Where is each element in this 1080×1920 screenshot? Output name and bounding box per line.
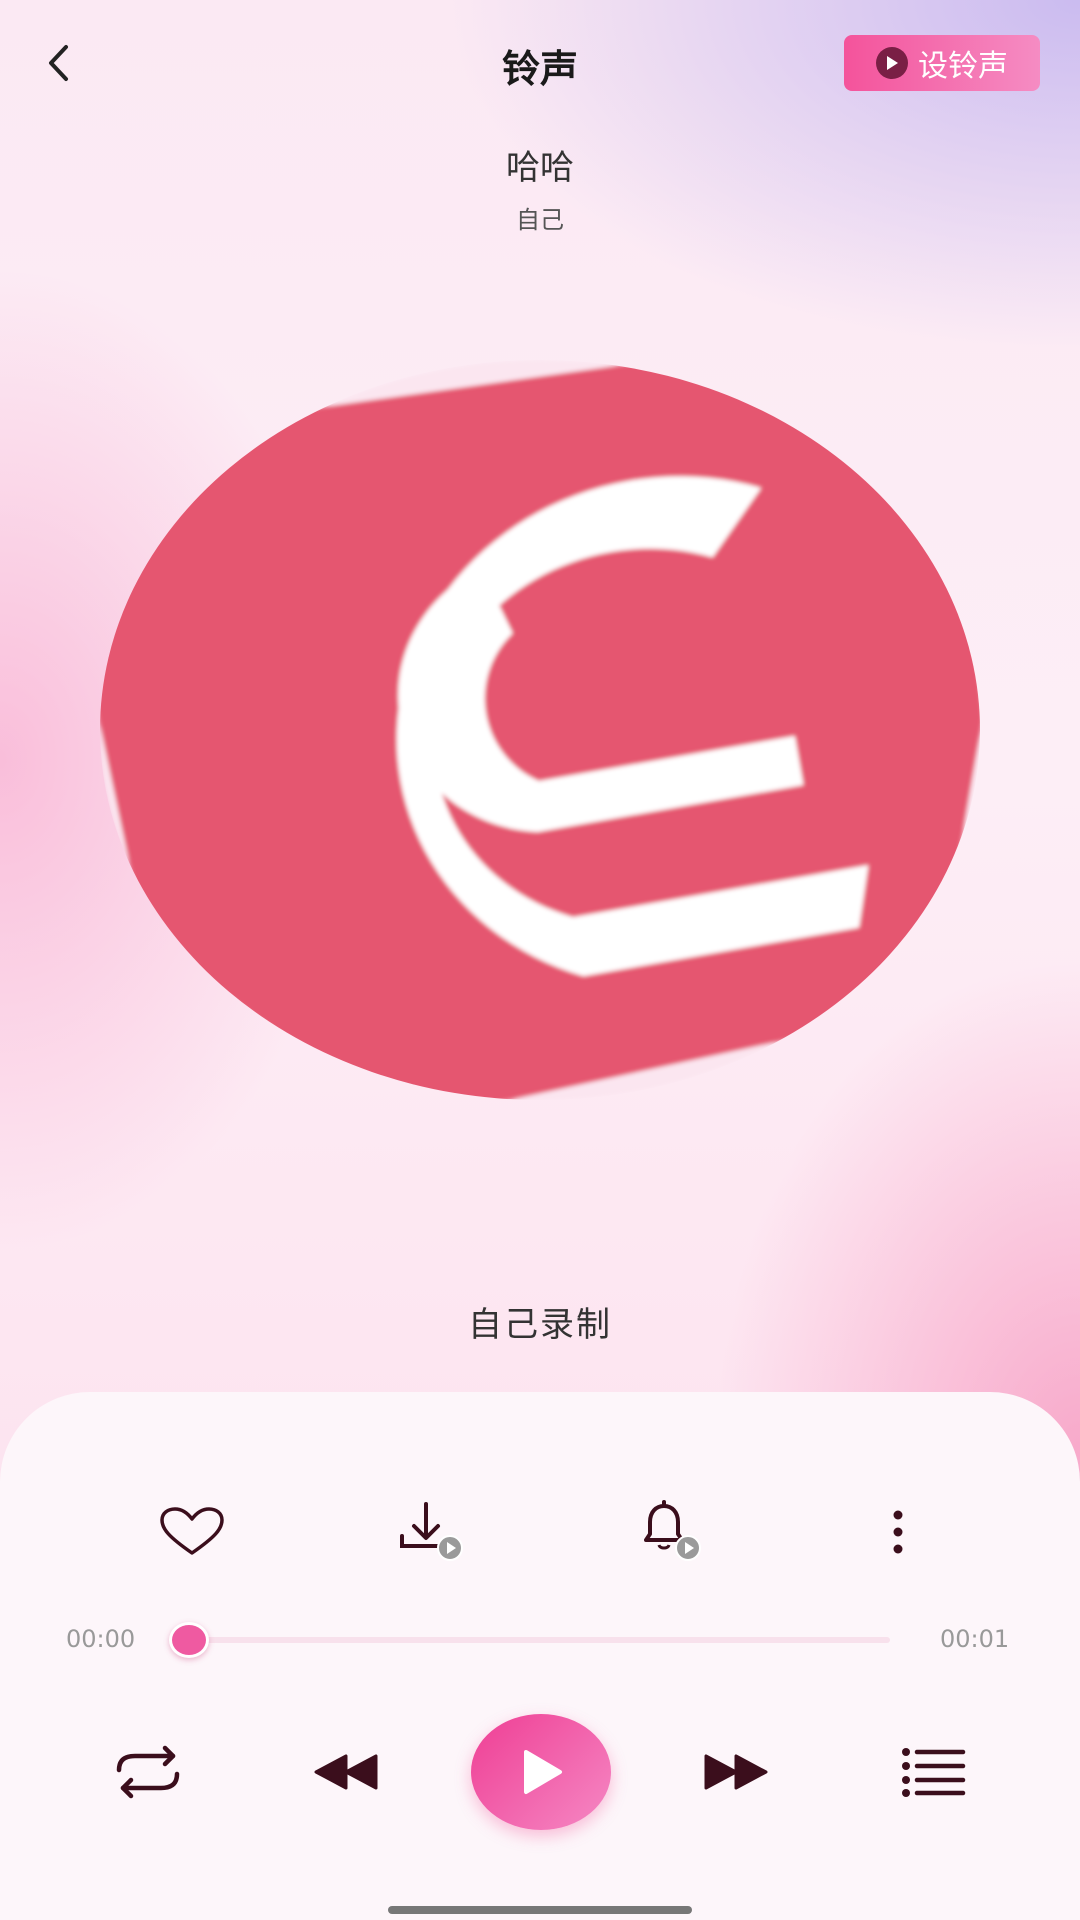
lyric-line: 自己录制 [468,1305,612,1345]
rewind-icon [314,1754,378,1790]
playlist-button[interactable] [894,1737,974,1807]
play-circle-icon [876,47,908,79]
download-button[interactable] [390,1497,470,1567]
home-indicator[interactable] [388,1906,692,1914]
download-icon [400,1502,463,1561]
total-time: 00:01 [940,1625,1010,1653]
progress-track[interactable] [185,1637,890,1643]
play-button[interactable] [471,1714,611,1830]
next-button[interactable] [696,1742,776,1802]
set-bell-button[interactable] [628,1497,708,1567]
app-logo-icon [100,360,980,1100]
set-ringtone-button[interactable]: 设铃声 [844,35,1040,91]
current-time: 00:00 [66,1625,136,1653]
progress-bar: 00:00 00:01 [0,1615,1080,1665]
action-row [0,1497,1080,1567]
repeat-button[interactable] [108,1737,188,1807]
playlist-icon [902,1748,966,1797]
more-vertical-icon [893,1510,903,1554]
play-icon [524,1750,562,1794]
playback-controls [0,1712,1080,1832]
repeat-icon [116,1745,180,1799]
more-button[interactable] [858,1497,938,1567]
progress-thumb[interactable] [169,1622,209,1658]
fast-forward-icon [704,1754,768,1790]
song-artist: 自己 [516,206,564,234]
top-bar: 铃声 设铃声 [0,0,1080,130]
cover-art [100,360,980,1100]
set-ringtone-label: 设铃声 [918,49,1008,84]
song-title: 哈哈 [506,148,574,188]
bell-icon [644,1500,701,1561]
heart-icon [160,1507,224,1555]
previous-button[interactable] [306,1742,386,1802]
like-button[interactable] [152,1497,232,1567]
